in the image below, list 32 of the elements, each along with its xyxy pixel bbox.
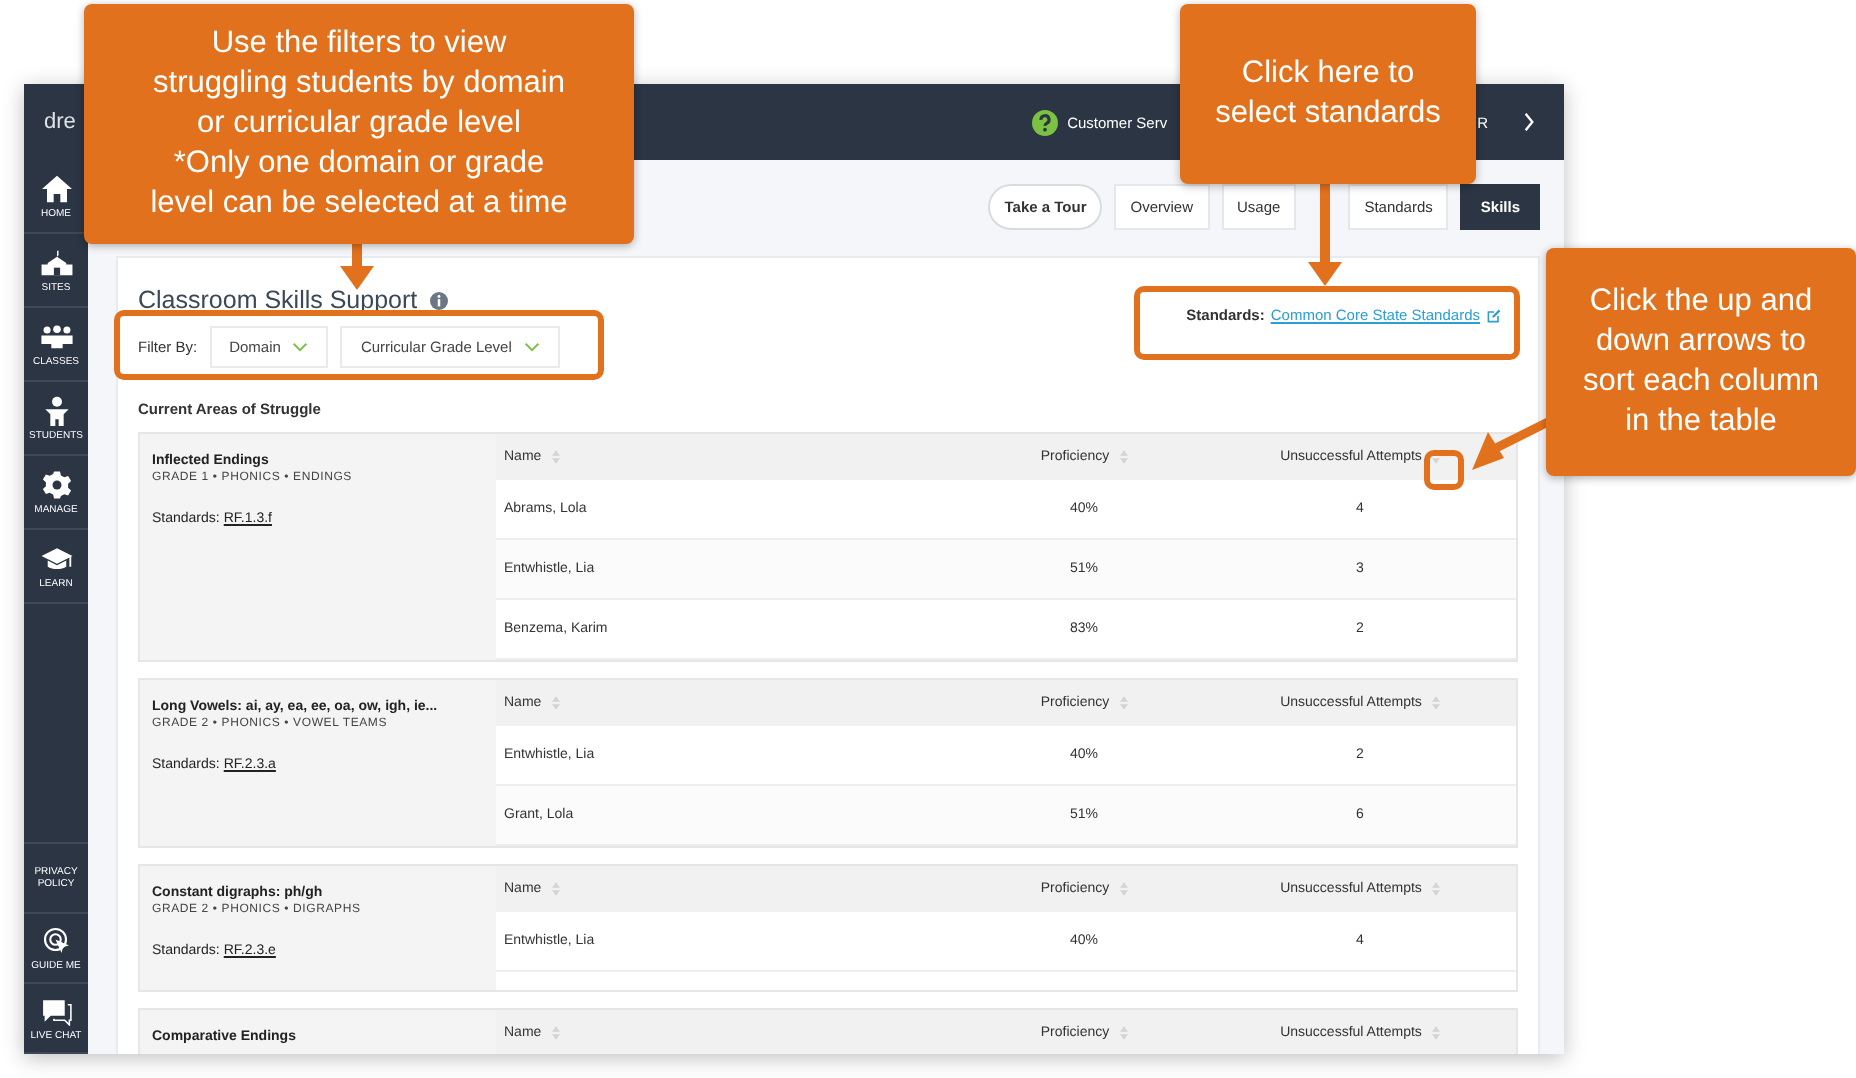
callout: Click the up and down arrows to sort each column in the table — [1546, 248, 1856, 476]
school-icon — [39, 247, 73, 277]
group-icon — [39, 321, 73, 351]
sort-icon — [1119, 696, 1128, 710]
sort-icon — [1119, 1026, 1128, 1040]
house-icon — [39, 173, 73, 203]
card-title: Classroom Skills Support — [138, 286, 418, 314]
gear-icon — [39, 469, 73, 499]
sort-icon — [1119, 882, 1128, 896]
highlight-frame — [1424, 450, 1464, 490]
graduation-cap-icon — [39, 543, 73, 573]
callout-arrow — [340, 240, 374, 290]
sort-icon — [551, 696, 560, 710]
help-icon[interactable] — [1031, 109, 1058, 135]
sort-icon — [1431, 1026, 1440, 1040]
callout-arrow — [1308, 180, 1342, 286]
chat-icon — [39, 995, 73, 1025]
chevron-right-icon[interactable] — [1522, 112, 1536, 132]
edit-icon[interactable] — [1486, 307, 1502, 323]
sort-icon — [551, 1026, 560, 1040]
target-cursor-icon — [39, 925, 73, 955]
caret-icon — [523, 342, 540, 352]
logo-text: dre — [44, 110, 76, 134]
sort-icon — [1431, 696, 1440, 710]
sort-icon — [551, 882, 560, 896]
sort-icon — [551, 450, 560, 464]
caret-icon — [292, 342, 309, 352]
sort-icon — [1119, 450, 1128, 464]
sort-icon — [1431, 882, 1440, 896]
info-icon[interactable] — [429, 291, 448, 309]
callout: Use the filters to view struggling students by domain or curricular grade level *Only one domain or grade level can be selected at a time — [84, 4, 634, 244]
callout: Click here to select standards — [1180, 4, 1476, 184]
